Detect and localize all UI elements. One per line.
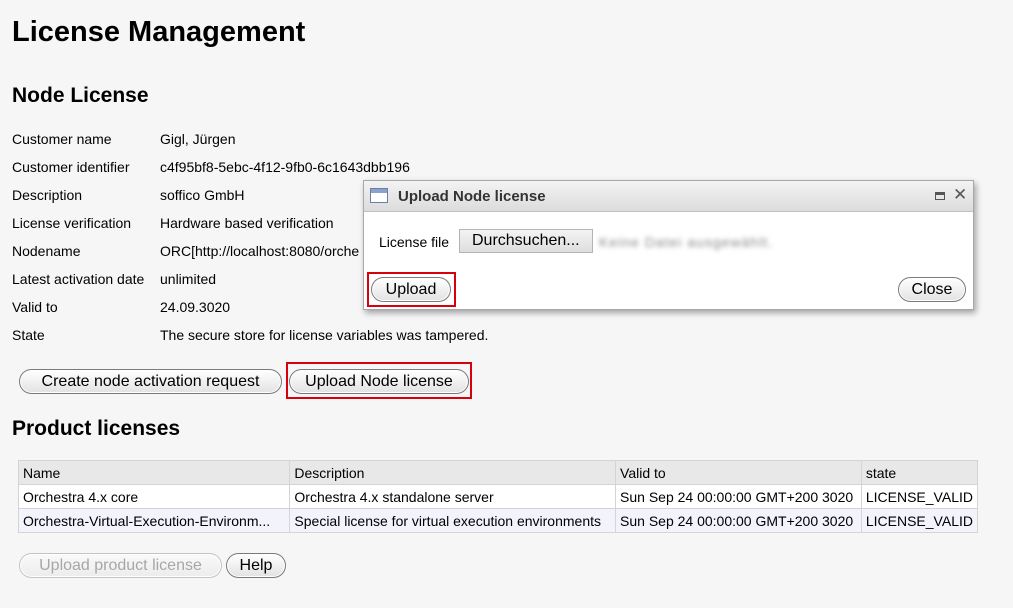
cell-valid-to: Sun Sep 24 00:00:00 GMT+200 3020 [615,508,862,533]
close-button[interactable]: Close [898,277,966,302]
file-status-text: Keine Datei ausgewählt. [599,234,773,250]
info-label: Customer identifier [12,159,130,175]
info-label: Valid to [12,299,58,315]
cell-state: LICENSE_VALID [860,508,979,533]
cell-name: Orchestra 4.x core [17,484,291,509]
node-license-heading: Node License [12,84,149,107]
info-label: Latest activation date [12,271,145,287]
cell-state: LICENSE_VALID [860,484,979,509]
info-value: c4f95bf8-5ebc-4f12-9fb0-6c1643dbb196 [160,159,410,175]
column-header-valid-to[interactable]: Valid to [615,460,862,485]
info-value: 24.09.3020 [160,299,231,315]
create-node-activation-request-button[interactable]: Create node activation request [19,369,282,394]
dialog-title: Upload Node license [398,188,546,205]
info-label: State [12,327,45,343]
info-value: Gigl, Jürgen [160,131,236,147]
table-row[interactable]: Orchestra-Virtual-Execution-Environm... … [17,508,979,533]
upload-button[interactable]: Upload [371,277,451,302]
license-file-label: License file [379,234,450,250]
info-label: License verification [12,215,132,231]
upload-node-license-button[interactable]: Upload Node license [289,369,469,394]
cell-description: Special license for virtual execution en… [289,508,617,533]
info-value: The secure store for license variables w… [160,327,489,343]
column-header-description[interactable]: Description [289,460,617,485]
window-icon [370,188,388,203]
info-value: unlimited [160,271,217,287]
info-value: ORC[http://localhost:8080/orche [160,243,360,259]
column-header-state[interactable]: state [860,460,979,485]
info-label: Description [12,187,83,203]
minimize-icon[interactable] [935,192,945,200]
browse-button[interactable]: Durchsuchen... [459,229,593,253]
upload-node-license-dialog: Upload Node license ✕ License file Durch… [363,180,974,310]
page-title: License Management [12,16,306,48]
product-licenses-heading: Product licenses [12,417,181,440]
info-label: Customer name [12,131,112,147]
dialog-titlebar[interactable]: Upload Node license ✕ [364,181,973,212]
upload-product-license-button[interactable]: Upload product license [19,553,222,578]
cell-description: Orchestra 4.x standalone server [289,484,617,509]
column-header-name[interactable]: Name [17,460,291,485]
help-button[interactable]: Help [226,553,286,578]
table-row[interactable]: Orchestra 4.x core Orchestra 4.x standal… [17,484,979,509]
cell-valid-to: Sun Sep 24 00:00:00 GMT+200 3020 [615,484,862,509]
info-label: Nodename [12,243,81,259]
close-icon[interactable]: ✕ [953,185,967,205]
info-value: soffico GmbH [160,187,245,203]
cell-name: Orchestra-Virtual-Execution-Environm... [17,508,291,533]
info-value: Hardware based verification [160,215,334,231]
table-header-row: Name Description Valid to state [17,460,979,485]
product-licenses-table: Name Description Valid to state Orchestr… [17,460,979,533]
